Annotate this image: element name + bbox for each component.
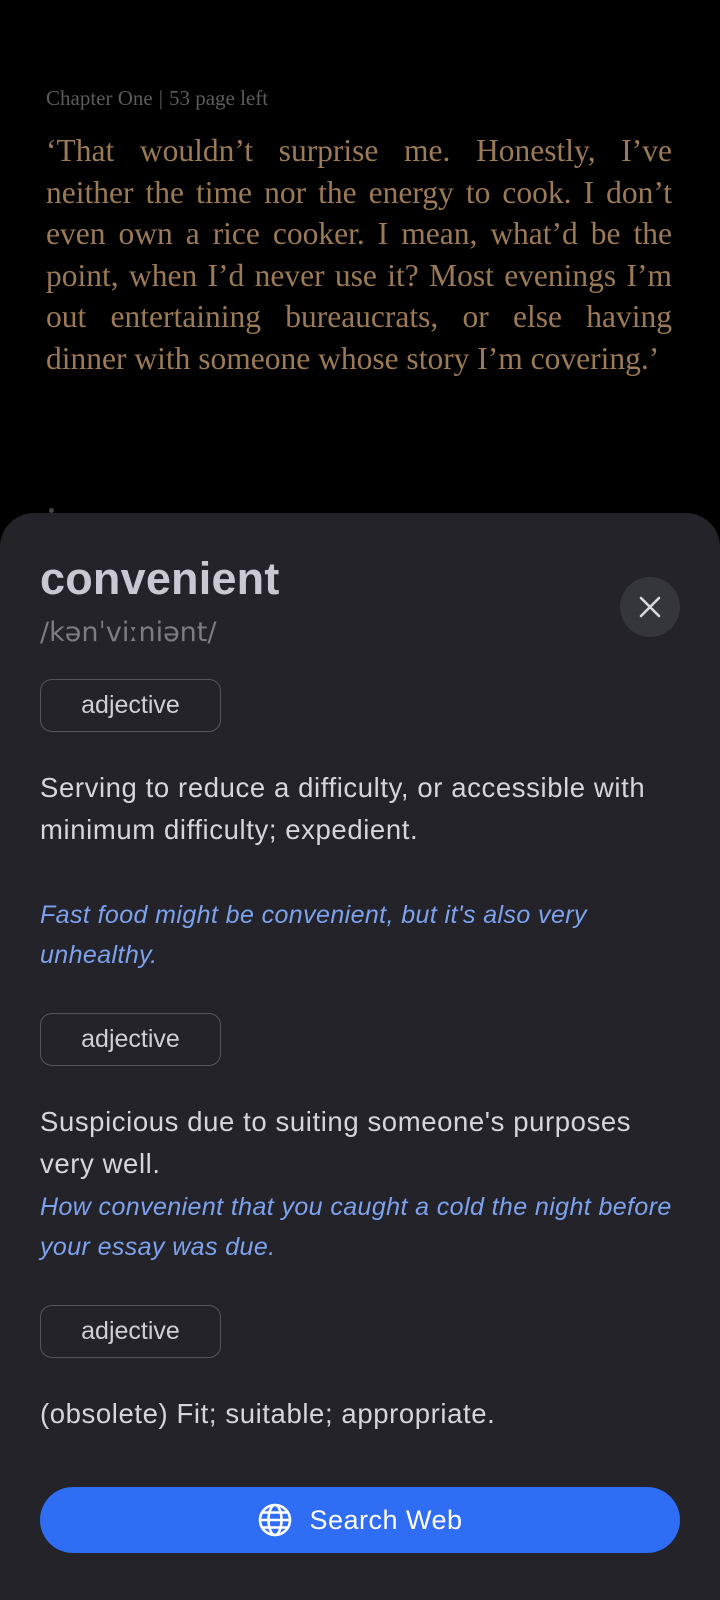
close-icon [639, 596, 661, 618]
globe-icon [259, 1503, 292, 1537]
example-sentence: Fast food might be convenient, but it's … [40, 901, 587, 969]
part-of-speech-tag: adjective [40, 1013, 221, 1066]
definition: (obsolete) Fit; suitable; appropriate. [40, 1398, 496, 1429]
example-sentence: How convenient that you caught a cold th… [40, 1193, 672, 1261]
reader-page: Chapter One | 53 page left ‘That wouldn’t … [0, 0, 720, 520]
definition: Serving to reduce a difficulty, or acces… [40, 772, 646, 845]
chapter-separator: | [158, 86, 163, 110]
search-web-button[interactable]: Search Web [40, 1487, 680, 1553]
part-of-speech-tag: adjective [40, 679, 221, 732]
dictionary-sheet: convenient /kənˈviːniənt/ adjective Serv… [0, 513, 720, 1600]
chapter-header: Chapter One | 53 page left [46, 86, 268, 111]
headword: convenient [40, 553, 280, 604]
definition: Suspicious due to suiting someone's purp… [40, 1106, 632, 1179]
pages-left: 53 page left [168, 86, 269, 110]
book-passage[interactable]: ‘That wouldn’t surprise me. Honestly, I’… [46, 130, 672, 379]
search-web-label: Search Web [309, 1504, 463, 1535]
chapter-title: Chapter One [46, 86, 153, 110]
part-of-speech-tag: adjective [40, 1305, 221, 1358]
phonetic: /kənˈviːniənt/ [40, 617, 217, 648]
close-button[interactable] [620, 577, 680, 637]
